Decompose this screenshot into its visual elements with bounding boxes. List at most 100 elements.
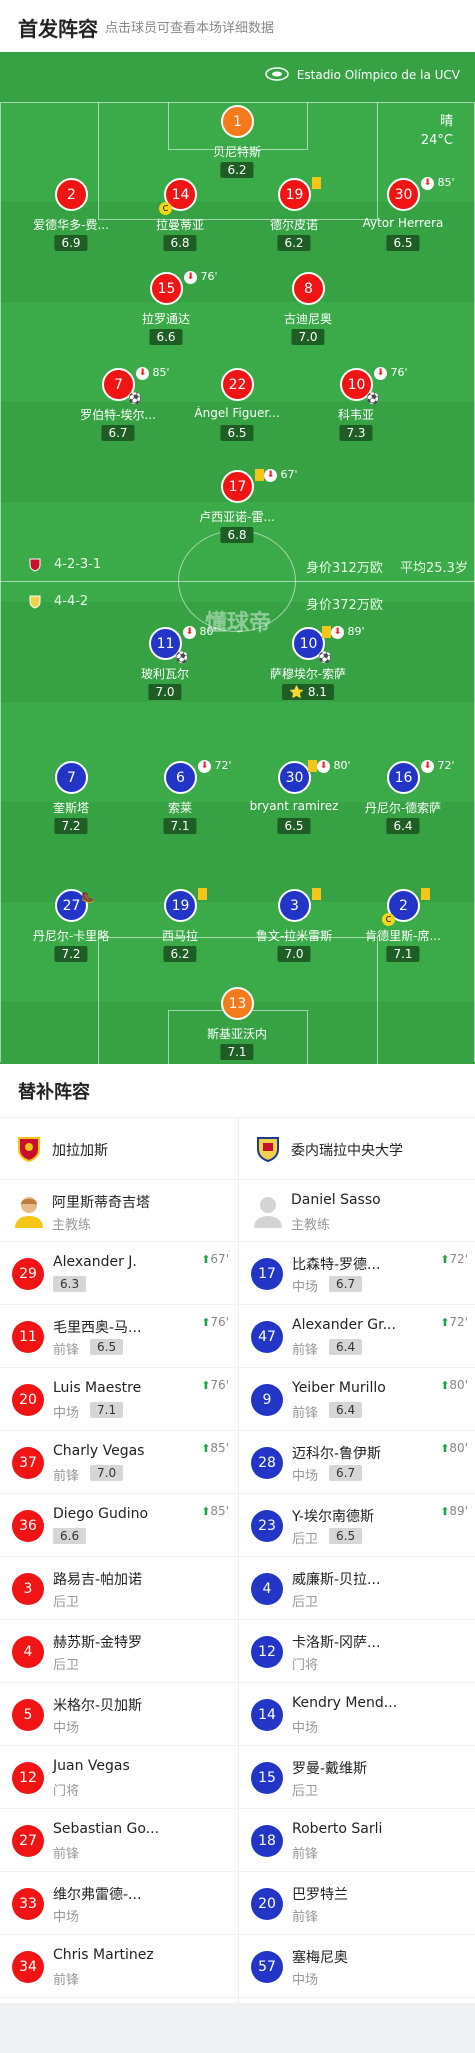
sub-player-row[interactable]: 11 毛里西奥-马... 前锋 6.5 ⬆76' xyxy=(0,1305,237,1368)
away-team-row: 4-4-2 xyxy=(28,594,88,609)
player-name: 罗曼-戴维斯 xyxy=(292,1761,368,1777)
sub-player-row[interactable]: 4 赫苏斯-金特罗 后卫 xyxy=(0,1620,237,1683)
away-player[interactable]: 11 ⬇ 80' ⚽ 玻利瓦尔 7.0 xyxy=(113,625,217,707)
home-player[interactable]: 30 ⬇ 85' Aytor Herrera 6.5 xyxy=(351,176,455,258)
sub-in-time: ⬆80' xyxy=(440,1378,468,1392)
sub-player-row[interactable]: 27 Sebastian Go... 前锋 xyxy=(0,1809,237,1872)
sub-player-row[interactable]: 12 Juan Vegas 门将 xyxy=(0,1746,237,1809)
sub-in-time: ⬆76' xyxy=(201,1378,229,1392)
away-coach[interactable]: Daniel Sasso 主教练 xyxy=(239,1180,475,1242)
away-player[interactable]: 16 ⬇ 72' 丹尼尔-德索萨 6.4 xyxy=(351,759,455,841)
yellow-card-sub-icon: ⬇ 80' xyxy=(308,759,351,773)
subs-title: 替补阵容 xyxy=(18,1082,90,1103)
sub-player-row[interactable]: 4 威廉斯-贝拉... 后卫 xyxy=(239,1557,475,1620)
home-player[interactable]: 7 ⬇ 85' ⚽ 罗伯特-埃尔... 6.7 xyxy=(66,366,170,448)
player-position: 前锋 xyxy=(292,1406,319,1421)
sub-player-row[interactable]: 37 Charly Vegas 前锋 7.0 ⬆85' xyxy=(0,1431,237,1494)
stadium-icon xyxy=(265,67,289,81)
player-name: 毛里西奥-马... xyxy=(53,1320,142,1336)
sub-player-row[interactable]: 33 维尔弗雷德-... 中场 xyxy=(0,1872,237,1935)
sub-in-time: ⬆72' xyxy=(440,1315,468,1329)
player-number: 20 xyxy=(251,1888,283,1920)
player-position: 前锋 xyxy=(53,1847,80,1862)
sub-player-row[interactable]: 18 Roberto Sarli 前锋 xyxy=(239,1809,475,1872)
sub-out-icon: ⬇ 76' xyxy=(374,366,408,380)
away-player[interactable]: 6 ⬇ 72' 索莱 7.1 xyxy=(128,759,232,841)
captain-badge: C xyxy=(159,202,172,215)
home-team-header[interactable]: 加拉加斯 xyxy=(0,1118,237,1180)
away-player[interactable]: 3 鲁文-拉米雷斯 7.0 xyxy=(242,888,346,969)
sub-player-row[interactable]: 12 卡洛斯-冈萨... 门将 xyxy=(239,1620,475,1683)
player-name: Juan Vegas xyxy=(53,1758,130,1774)
home-player[interactable]: 8 古迪尼奥 7.0 xyxy=(256,272,360,352)
sub-player-row[interactable]: 17 比森特-罗德... 中场 6.7 ⬆72' xyxy=(239,1242,475,1305)
coach-avatar-icon xyxy=(15,1197,43,1228)
home-player[interactable]: 19 德尔皮诺 6.2 xyxy=(242,176,346,258)
coach-name: Daniel Sasso xyxy=(291,1192,381,1208)
player-number: 18 xyxy=(251,1825,283,1857)
sub-player-row[interactable]: 36 Diego Gudino 6.6 ⬆85' xyxy=(0,1494,237,1557)
player-number: 17 xyxy=(251,1258,283,1290)
sub-player-row[interactable]: 20 Luis Maestre 中场 7.1 ⬆76' xyxy=(0,1368,237,1431)
player-position: 后卫 xyxy=(292,1784,319,1799)
sub-player-row[interactable]: 15 罗曼-戴维斯 后卫 xyxy=(239,1746,475,1809)
coach-role: 主教练 xyxy=(52,1218,92,1233)
sub-player-row[interactable]: 14 Kendry Mend... 中场 xyxy=(239,1683,475,1746)
player-position: 后卫 xyxy=(292,1595,319,1610)
player-number: 47 xyxy=(251,1321,283,1353)
yellow-card-icon xyxy=(312,176,321,189)
home-player[interactable]: 2 爱德华多-费... 6.9 xyxy=(19,178,123,258)
sub-player-row[interactable]: 5 米格尔-贝加斯 中场 xyxy=(0,1683,237,1746)
home-player[interactable]: 10 ⬇ 76' ⚽ 科韦亚 7.3 xyxy=(304,366,408,448)
yellow-card-sub-icon: ⬇ 67' xyxy=(255,468,298,482)
sub-player-row[interactable]: 20 巴罗特兰 前锋 xyxy=(239,1872,475,1935)
away-player[interactable]: 30 ⬇ 80' bryant ramirez 6.5 xyxy=(242,759,351,841)
player-name: 赫苏斯-金特罗 xyxy=(53,1635,143,1651)
home-coach[interactable]: 阿里斯蒂奇吉塔 主教练 xyxy=(0,1180,237,1242)
away-player[interactable]: 10 ⬇ 89' ⚽ 萨穆埃尔-索萨 ⭐ 8.1 xyxy=(256,625,365,707)
player-number: 3 xyxy=(12,1573,44,1605)
sub-out-icon: ⬇ 85' xyxy=(136,366,170,380)
player-rating: 6.7 xyxy=(329,1465,363,1481)
sub-player-row[interactable]: 3 路易吉-帕加诺 后卫 xyxy=(0,1557,237,1620)
player-name: Sebastian Go... xyxy=(53,1821,160,1837)
page-subtitle: 点击球员可查看本场详细数据 xyxy=(105,21,275,36)
yellow-card-sub-icon: ⬇ 89' xyxy=(322,625,365,639)
home-player[interactable]: 14 C 拉曼蒂亚 6.8 xyxy=(128,178,232,258)
sub-player-row[interactable]: 47 Alexander Gr... 前锋 6.4 ⬆72' xyxy=(239,1305,475,1368)
away-player[interactable]: 19 西马拉 6.2 xyxy=(128,888,232,969)
home-player[interactable]: 22 Ángel Figuer... 6.5 xyxy=(185,368,289,448)
away-player[interactable]: 13 斯基亚沃内 7.1 xyxy=(185,987,289,1064)
home-subs-column: 加拉加斯 阿里斯蒂奇吉塔 主教练 29 Alexander J. 6.3 ⬆67' 11… xyxy=(0,1118,237,2003)
sub-in-time: ⬆76' xyxy=(201,1315,229,1329)
sub-player-row[interactable]: 57 塞梅尼奥 中场 xyxy=(239,1935,475,1998)
player-position: 后卫 xyxy=(53,1595,80,1610)
home-team-name: 加拉加斯 xyxy=(52,1143,108,1159)
coach-role: 主教练 xyxy=(291,1218,331,1233)
player-number: 4 xyxy=(12,1636,44,1668)
away-value: 身价372万欧 xyxy=(306,598,383,613)
away-player[interactable]: 7 奎斯塔 7.2 xyxy=(19,761,123,841)
player-rating: 6.4 xyxy=(329,1402,363,1418)
player-rating: 6.5 xyxy=(329,1528,363,1544)
lineup-page: { "header":{"title":"首发阵容","subtitle":"点… xyxy=(0,0,475,2053)
home-player[interactable]: 17 ⬇ 67' 卢西亚诺-雷... 6.8 xyxy=(185,468,298,550)
home-player[interactable]: 15 ⬇ 76' 拉罗通达 6.6 xyxy=(114,270,218,352)
away-subs-column: 委内瑞拉中央大学 Daniel Sasso 主教练 17 比森特-罗德... 中场 6… xyxy=(238,1118,475,2003)
player-name: 迈科尔-鲁伊斯 xyxy=(292,1446,382,1462)
away-team-header[interactable]: 委内瑞拉中央大学 xyxy=(239,1118,475,1180)
player-name: Roberto Sarli xyxy=(292,1821,383,1837)
home-player[interactable]: 1 贝尼特斯 6.2 xyxy=(185,105,289,185)
header: 首发阵容 点击球员可查看本场详细数据 xyxy=(0,0,475,52)
sub-in-time: ⬆89' xyxy=(440,1504,468,1518)
sub-player-row[interactable]: 9 Yeiber Murillo 前锋 6.4 ⬆80' xyxy=(239,1368,475,1431)
sub-player-row[interactable]: 29 Alexander J. 6.3 ⬆67' xyxy=(0,1242,237,1305)
sub-out-icon: ⬇ 72' xyxy=(198,759,232,773)
away-player[interactable]: 27 🥾 丹尼尔-卡里略 7.2 xyxy=(19,889,123,969)
sub-player-row[interactable]: 34 Chris Martinez 前锋 xyxy=(0,1935,237,1998)
away-player[interactable]: 2 C 肯德里斯-席... 7.1 xyxy=(351,888,455,969)
sub-player-row[interactable]: 28 迈科尔-鲁伊斯 中场 6.7 ⬆80' xyxy=(239,1431,475,1494)
sub-player-row[interactable]: 23 Y-埃尔南德斯 后卫 6.5 ⬆89' xyxy=(239,1494,475,1557)
page-title: 首发阵容 xyxy=(18,17,98,41)
home-formation: 4-2-3-1 xyxy=(54,557,102,572)
